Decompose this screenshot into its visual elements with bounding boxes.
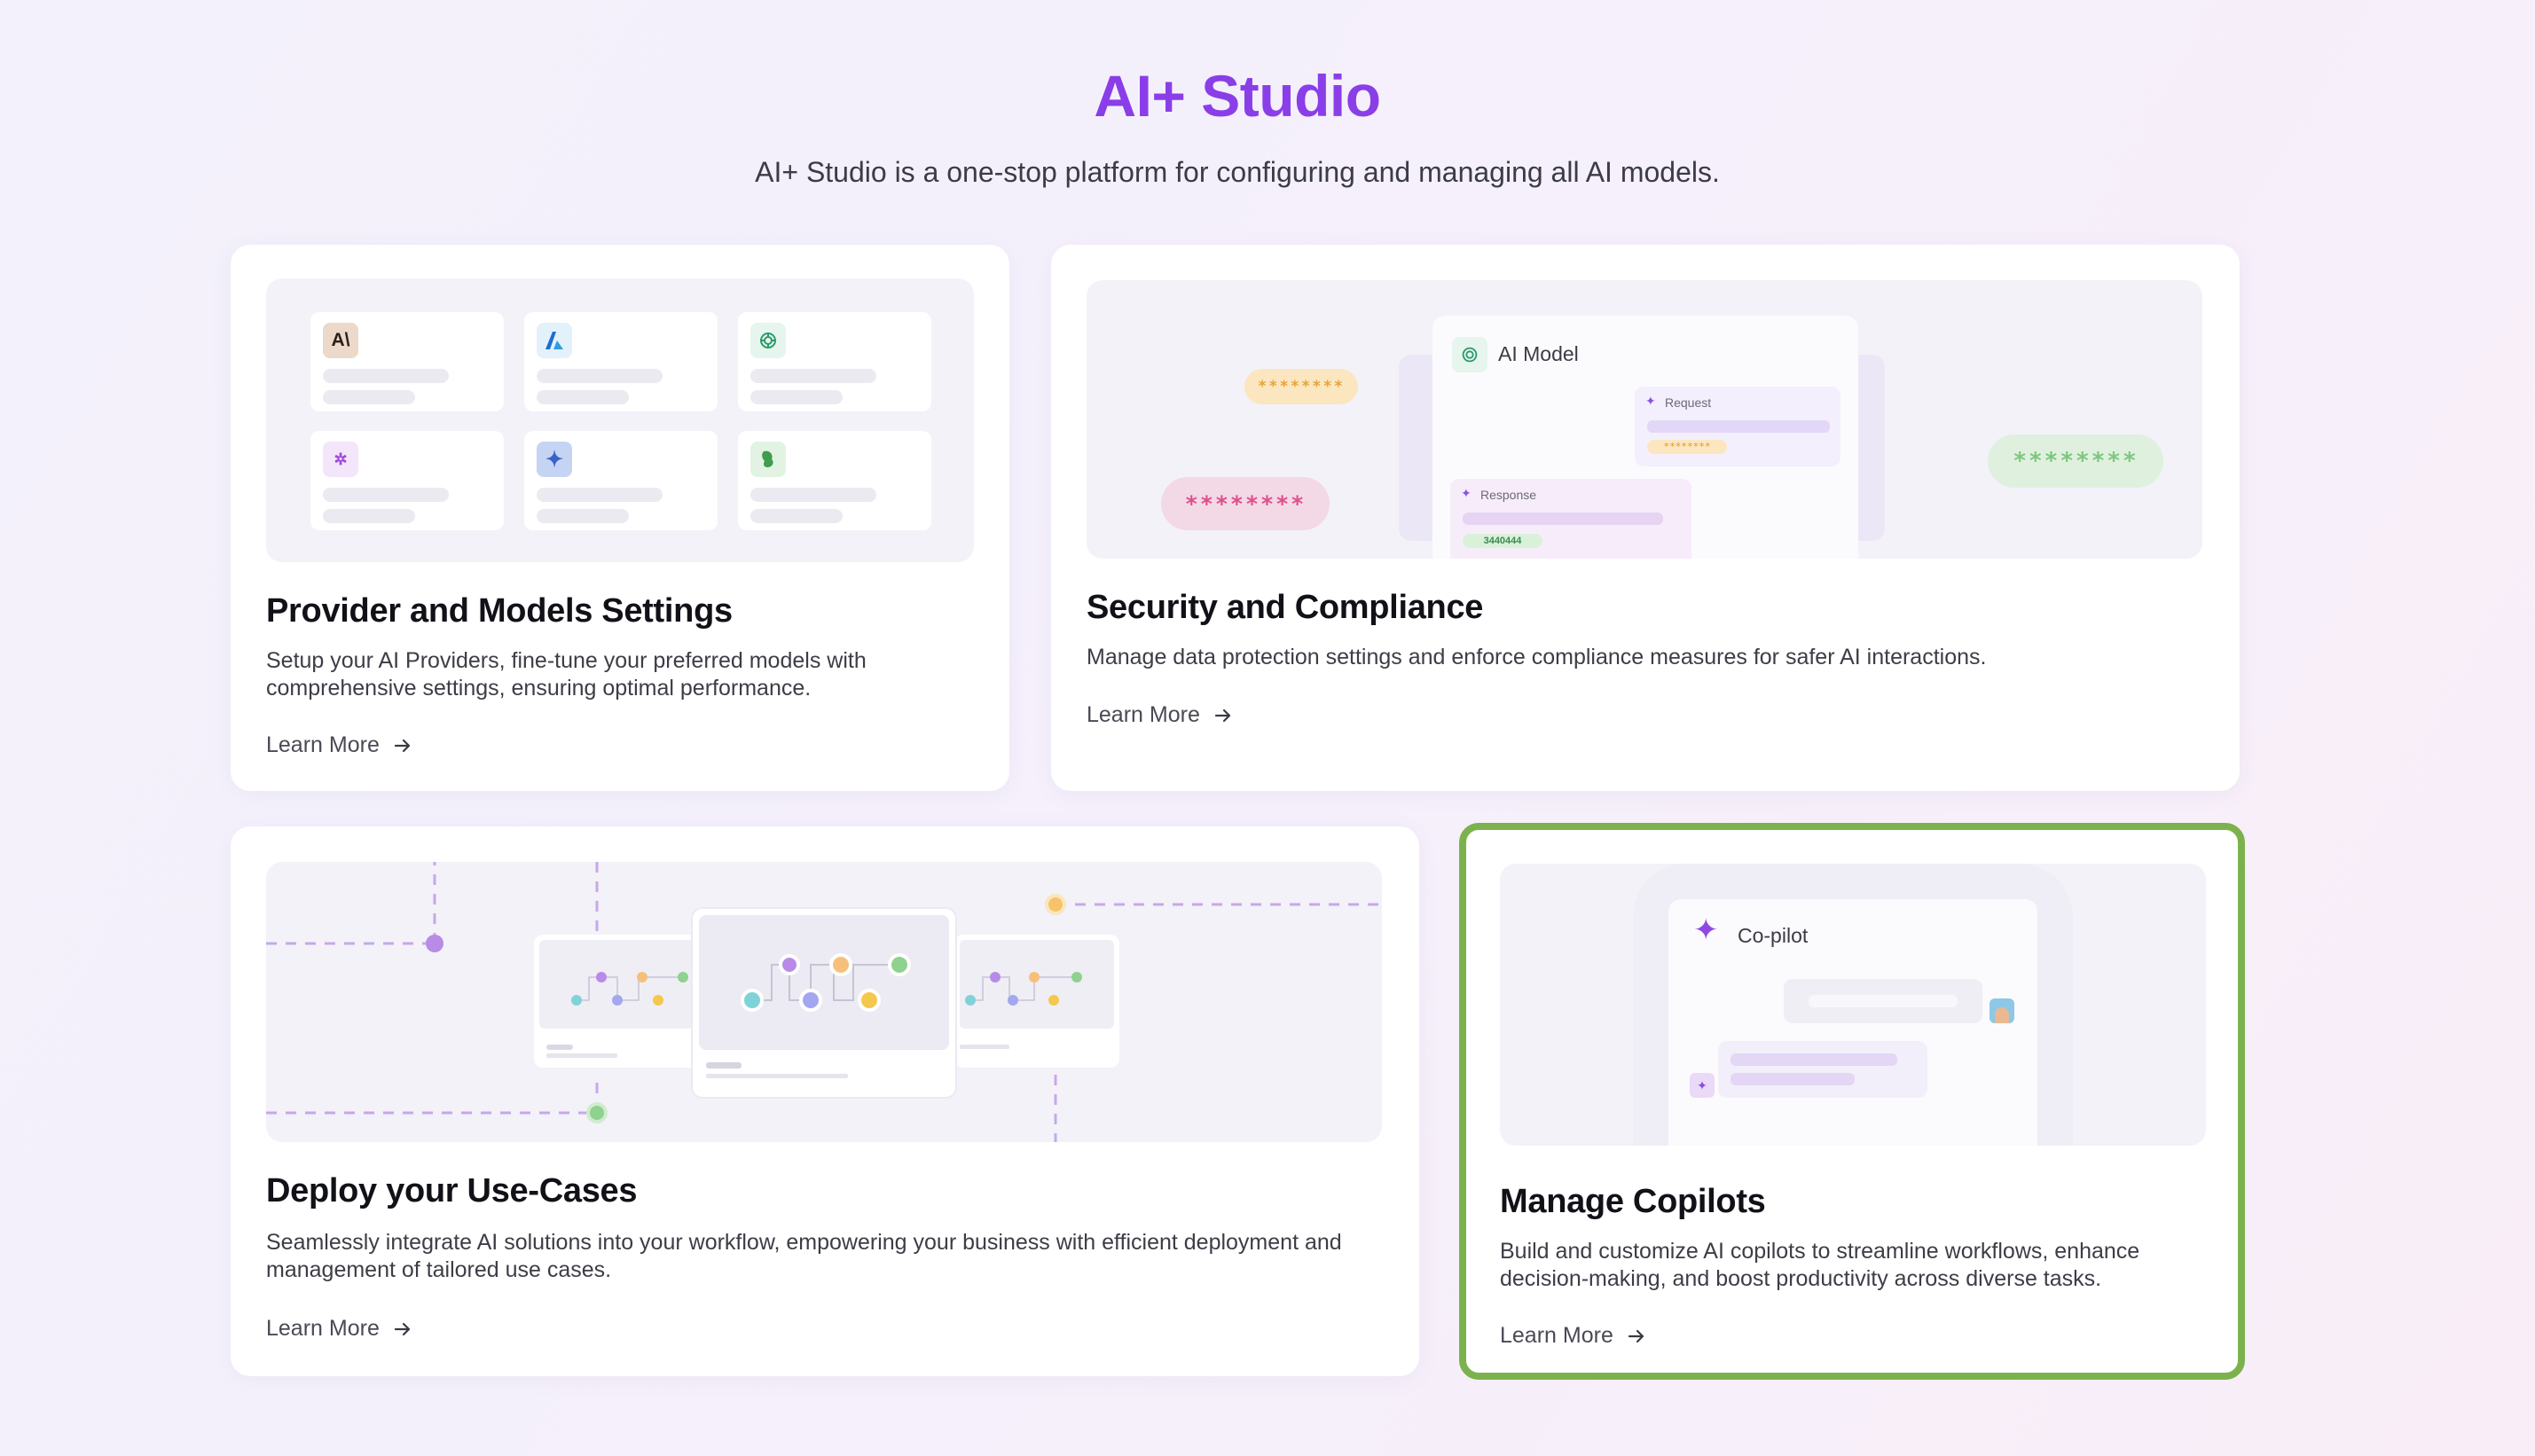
copilot-illustration: ✦ Co-pilot ✦ <box>1500 864 2206 1146</box>
card-title: Manage Copilots <box>1500 1183 1766 1220</box>
page-header: AI+ Studio AI+ Studio is a one-stop plat… <box>0 62 2475 189</box>
provider-tile <box>738 431 931 530</box>
azure-icon <box>537 323 572 358</box>
learn-more-link[interactable]: Learn More <box>266 1316 413 1342</box>
sparkle-icon: ✦ <box>1645 394 1656 408</box>
learn-more-label: Learn More <box>1500 1323 1613 1348</box>
provider-tile: ✲ <box>310 431 504 530</box>
sparkles-icon: ✦ <box>1693 913 1719 947</box>
request-bubble: ✦ Request ******** <box>1635 387 1840 466</box>
security-illustration: AI Model ✦ Request ******** ✦ Response 3… <box>1087 280 2202 559</box>
cohere-icon: ✲ <box>323 442 358 477</box>
learn-more-label: Learn More <box>266 1316 380 1341</box>
openai-icon <box>1452 337 1487 372</box>
card-title: Security and Compliance <box>1087 589 1484 626</box>
copilot-title: Co-pilot <box>1738 924 1809 947</box>
card-description: Manage data protection settings and enfo… <box>1087 645 1987 669</box>
user-avatar <box>1990 998 2014 1023</box>
card-title: Provider and Models Settings <box>266 592 733 630</box>
security-compliance-card[interactable]: AI Model ✦ Request ******** ✦ Response 3… <box>1051 245 2240 791</box>
learn-more-label: Learn More <box>1087 702 1200 727</box>
masked-orange-pill: ******** <box>1244 369 1358 404</box>
response-label: Response <box>1480 488 1537 502</box>
manage-copilots-card[interactable]: ✦ Co-pilot ✦ Manage Copilots Build and c… <box>1459 823 2245 1380</box>
provider-models-card[interactable]: A\ ✲ ✦ Provider and Models Settings Setu… <box>231 245 1009 791</box>
copilot-avatar-icon: ✦ <box>1690 1073 1715 1098</box>
provider-illustration: A\ ✲ ✦ <box>266 278 974 562</box>
openai-icon <box>750 323 786 358</box>
card-description: Setup your AI Providers, fine-tune your … <box>266 648 867 701</box>
masked-pink-pill: ******** <box>1161 477 1330 530</box>
learn-more-link[interactable]: Learn More <box>1087 702 1234 728</box>
deploy-illustration <box>266 862 1382 1142</box>
masked-value: ******** <box>1647 440 1727 454</box>
card-description: Seamlessly integrate AI solutions into y… <box>266 1230 1342 1282</box>
arrow-right-icon <box>394 739 410 752</box>
learn-more-label: Learn More <box>266 732 380 757</box>
provider-tile <box>738 312 931 411</box>
provider-tile: A\ <box>310 312 504 411</box>
provider-tile <box>524 312 718 411</box>
workflow-diagram <box>266 862 1382 1142</box>
arrow-right-icon <box>394 1322 410 1335</box>
llama-icon <box>750 442 786 477</box>
anthropic-icon: A\ <box>323 323 358 358</box>
page-title: AI+ Studio <box>1094 63 1381 129</box>
deploy-use-cases-card[interactable]: Deploy your Use-Cases Seamlessly integra… <box>231 826 1419 1376</box>
panel-title: AI Model <box>1498 342 1579 365</box>
arrow-right-icon <box>1628 1329 1644 1342</box>
request-label: Request <box>1665 395 1712 410</box>
page-subtitle: AI+ Studio is a one-stop platform for co… <box>755 156 1720 188</box>
arrow-right-icon <box>1214 708 1230 722</box>
learn-more-link[interactable]: Learn More <box>266 732 413 758</box>
response-value: 3440444 <box>1463 534 1542 548</box>
sparkle-icon: ✦ <box>1461 486 1472 500</box>
card-description: Build and customize AI copilots to strea… <box>1500 1239 2140 1291</box>
ai-model-panel: AI Model ✦ Request ******** ✦ Response 3… <box>1432 316 1858 559</box>
learn-more-link[interactable]: Learn More <box>1500 1323 1647 1349</box>
gemini-icon: ✦ <box>537 442 572 477</box>
provider-tile: ✦ <box>524 431 718 530</box>
response-bubble: ✦ Response 3440444 <box>1450 479 1691 559</box>
masked-green-pill: ******** <box>1988 434 2163 488</box>
copilot-panel: ✦ Co-pilot ✦ <box>1668 899 2037 1146</box>
card-title: Deploy your Use-Cases <box>266 1172 638 1209</box>
